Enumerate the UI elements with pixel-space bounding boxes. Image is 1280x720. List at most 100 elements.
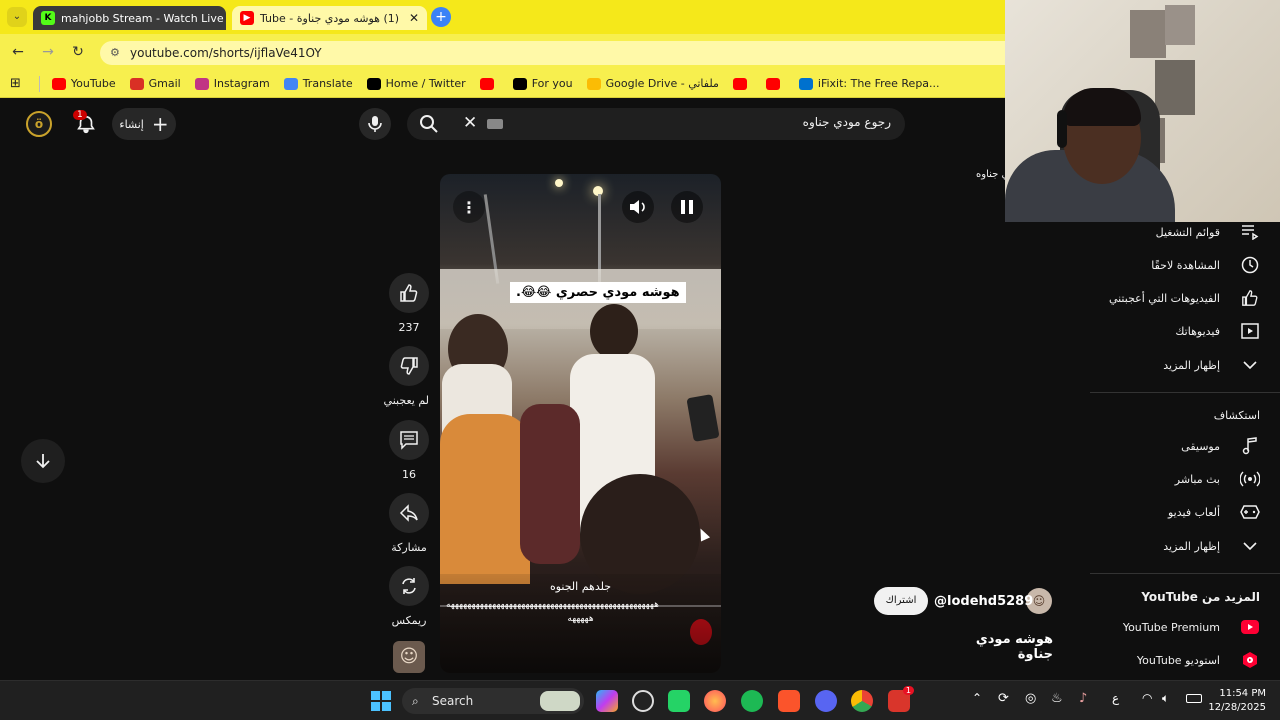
copilot-icon[interactable] <box>596 690 618 712</box>
bookmark-label: YouTube <box>70 77 116 90</box>
comments-button[interactable] <box>389 420 429 460</box>
person-orange-shirt <box>440 414 530 584</box>
sidebar-explore-item[interactable]: موسيقى <box>1181 436 1260 456</box>
remix-action: ريمكس <box>389 566 429 627</box>
sound-avatar-icon: ☺ <box>399 646 419 667</box>
obs-icon[interactable] <box>632 690 654 712</box>
bookmark-item[interactable] <box>479 77 499 90</box>
tray-obs-icon[interactable]: ◎ <box>1025 691 1036 706</box>
tab-title: (1) هوشه مودي جناوة - Tube <box>260 11 400 25</box>
tab-title: mahjobb Stream - Watch Live o <box>61 11 226 25</box>
clear-search-button[interactable]: ✕ <box>463 113 477 133</box>
sidebar-explore-item[interactable]: بث مباشر <box>1175 469 1260 489</box>
bookmark-item[interactable]: Google Drive - ملفاتي <box>586 77 719 90</box>
bookmark-favicon-icon <box>765 77 780 90</box>
bookmark-item[interactable]: Instagram <box>194 77 270 90</box>
video-progress-bar[interactable] <box>440 605 721 607</box>
bookmark-label: Instagram <box>213 77 270 90</box>
sidebar-you-item[interactable]: قوائم التشغيل <box>1156 222 1260 242</box>
app-icon-red[interactable]: 1 <box>888 686 914 712</box>
apps-grid-icon[interactable]: ⊞ <box>10 76 21 91</box>
next-short-button[interactable] <box>21 439 65 483</box>
notifications-button[interactable]: 1 <box>73 110 99 136</box>
mute-button[interactable] <box>622 191 654 223</box>
bookmark-item[interactable]: iFixit: The Free Repa... <box>798 77 940 90</box>
volume-icon[interactable]: 🔈︎ <box>1162 691 1169 706</box>
address-bar[interactable]: ⚙ youtube.com/shorts/ijflaVe41OY <box>100 41 1005 65</box>
thumbs-up-icon <box>400 284 418 302</box>
sidebar-you-item[interactable]: فيديوهاتك <box>1175 321 1260 341</box>
search-icon <box>420 115 438 133</box>
chrome-icon[interactable] <box>851 690 873 712</box>
like-button[interactable] <box>389 273 429 313</box>
sidebar-you-item[interactable]: المشاهدة لاحقًا <box>1151 255 1260 275</box>
new-tab-button[interactable]: + <box>431 7 451 27</box>
share-label: مشاركة <box>391 541 427 554</box>
create-button[interactable]: + إنشاء <box>112 108 176 140</box>
taskbar-search[interactable]: ⌕ Search <box>402 688 584 714</box>
sidebar-you-item[interactable]: إظهار المزيد <box>1163 355 1260 375</box>
tray-steam-icon[interactable]: ♨ <box>1051 691 1063 706</box>
bookmark-item[interactable] <box>732 77 752 90</box>
start-button[interactable] <box>371 691 391 711</box>
firefox-icon[interactable] <box>704 690 726 712</box>
tray-chevron-icon[interactable]: ⌃ <box>972 691 982 705</box>
sidebar-you-item[interactable]: الفيديوهات التي أعجبتني <box>1109 288 1260 308</box>
search-input[interactable]: رجوع مودي جناوه <box>803 115 891 129</box>
search-box: ✕ رجوع مودي جناوه <box>407 108 905 140</box>
input-language[interactable]: ع <box>1112 691 1119 705</box>
sidebar-explore-item-label: بث مباشر <box>1174 472 1220 486</box>
microphone-icon <box>368 116 382 132</box>
taskbar-badge: 1 <box>902 686 914 695</box>
sidebar-more-item[interactable]: YouTube Premium <box>1123 617 1260 637</box>
windows-taskbar: ⌕ Search 1 ⌃ ⟳ ◎ ♨ ♪ ع ◠ 🔈︎ 11:54 PM 12/… <box>0 680 1280 720</box>
voice-search-button[interactable] <box>359 108 391 140</box>
sound-thumbnail[interactable]: ☺ <box>393 641 425 673</box>
reload-button[interactable]: ↻ <box>69 43 87 61</box>
bookmark-item[interactable]: Home / Twitter <box>366 77 466 90</box>
pause-button[interactable] <box>671 191 703 223</box>
forward-button[interactable]: → <box>39 43 57 61</box>
remix-button[interactable] <box>389 566 429 606</box>
tab-search-dropdown[interactable]: ⌄ <box>7 7 27 27</box>
discord-icon[interactable] <box>815 690 837 712</box>
back-button[interactable]: ← <box>9 43 27 61</box>
whatsapp-icon[interactable] <box>668 690 690 712</box>
more-options-button[interactable]: ⋮ <box>453 191 485 223</box>
tab-kick-stream[interactable]: K mahjobb Stream - Watch Live o ✕ <box>33 6 226 30</box>
bookmark-favicon-icon <box>798 77 813 90</box>
dislike-button[interactable] <box>389 346 429 386</box>
search-button[interactable] <box>419 114 441 134</box>
remix-icon <box>402 578 416 594</box>
tab-youtube-short[interactable]: ▶ (1) هوشه مودي جناوة - Tube ✕ <box>232 6 427 30</box>
share-button[interactable] <box>389 493 429 533</box>
sidebar-explore-item[interactable]: ألعاب فيديو <box>1168 502 1260 522</box>
tray-sync-icon[interactable]: ⟳ <box>998 691 1009 706</box>
bookmark-item[interactable]: For you <box>512 77 573 90</box>
bookmark-item[interactable]: Gmail <box>129 77 181 90</box>
spotify-icon[interactable] <box>741 690 763 712</box>
wifi-icon[interactable]: ◠ <box>1142 691 1152 705</box>
site-info-icon[interactable]: ⚙ <box>110 41 120 65</box>
bookmark-item[interactable]: Translate <box>283 77 353 90</box>
subscribe-button[interactable]: اشتراك <box>874 587 928 615</box>
bookmark-item[interactable] <box>765 77 785 90</box>
music-note-icon <box>1240 436 1260 456</box>
keyboard-icon[interactable] <box>487 119 503 129</box>
channel-handle[interactable]: @lodehd5289 <box>934 594 1033 609</box>
playlist-icon <box>1240 222 1260 242</box>
shorts-video-player[interactable]: هوشه مودي حصري 😂😂. ⋮ جلدهم الجنوه هههههه… <box>440 174 721 673</box>
sidebar-more-item[interactable]: استوديو YouTube <box>1137 650 1260 670</box>
bookmark-label: iFixit: The Free Repa... <box>817 77 940 90</box>
sidebar-explore-item[interactable]: إظهار المزيد <box>1163 536 1260 556</box>
bookmark-item[interactable]: YouTube <box>51 77 116 90</box>
bookmark-favicon-icon <box>512 77 527 90</box>
battery-icon[interactable] <box>1186 694 1202 703</box>
account-avatar[interactable]: ö <box>26 111 52 137</box>
bookmark-label: Translate <box>302 77 353 90</box>
close-icon[interactable]: ✕ <box>403 11 419 25</box>
system-clock[interactable]: 11:54 PM 12/28/2025 <box>1208 687 1266 715</box>
brave-icon[interactable] <box>778 690 800 712</box>
sidebar-you-item-label: المشاهدة لاحقًا <box>1151 258 1220 272</box>
tray-microphone-icon[interactable]: ♪ <box>1079 691 1087 706</box>
